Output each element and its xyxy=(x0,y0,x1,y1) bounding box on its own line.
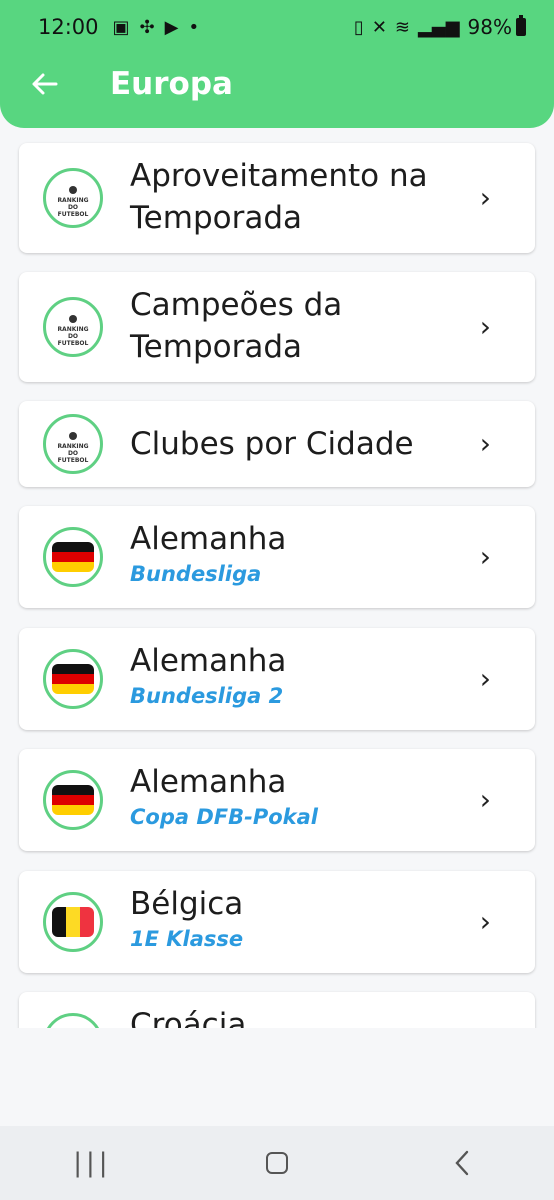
list-item[interactable]: Alemanha Copa DFB-Pokal › xyxy=(19,749,535,851)
chevron-right-icon: › xyxy=(479,905,491,938)
system-nav-bar: ||| xyxy=(0,1126,554,1200)
croatia-flag-icon xyxy=(43,1013,103,1028)
item-title: Alemanha xyxy=(130,643,287,679)
list-item[interactable]: Alemanha Bundesliga › xyxy=(19,506,535,608)
belgium-flag-icon xyxy=(43,892,103,952)
back-button[interactable] xyxy=(24,64,64,104)
list-item[interactable]: RANKING DO FUTEBOL Clubes por Cidade › xyxy=(19,401,535,487)
fan-icon: ✣ xyxy=(139,16,155,38)
dot-icon: • xyxy=(188,16,200,38)
competition-list[interactable]: RANKING DO FUTEBOL Aproveitamento na Tem… xyxy=(0,128,554,1028)
home-button[interactable] xyxy=(247,1138,307,1188)
list-item[interactable]: Bélgica 1E Klasse › xyxy=(19,871,535,973)
chevron-right-icon: › xyxy=(479,540,491,573)
item-subtitle: Copa DFB-Pokal xyxy=(130,805,319,829)
list-item[interactable]: Alemanha Bundesliga 2 › xyxy=(19,628,535,730)
arrow-left-icon xyxy=(32,73,58,95)
item-title: Alemanha xyxy=(130,521,287,557)
chevron-right-icon: › xyxy=(479,662,491,695)
item-title: Bélgica xyxy=(130,886,244,922)
chevron-right-icon: › xyxy=(479,427,491,460)
wifi-icon: ≋ xyxy=(394,16,411,38)
item-subtitle: Bundesliga 2 xyxy=(130,684,284,708)
battery-saver-icon: ▯ xyxy=(353,16,364,38)
recents-button[interactable]: ||| xyxy=(62,1138,122,1188)
chevron-left-icon xyxy=(455,1150,468,1176)
list-item[interactable]: RANKING DO FUTEBOL Aproveitamento na Tem… xyxy=(19,143,535,253)
chevron-right-icon: › xyxy=(479,181,491,214)
item-title: Clubes por Cidade xyxy=(130,426,414,462)
list-item[interactable]: RANKING DO FUTEBOL Campeões da Temporada… xyxy=(19,272,535,382)
nav-back-button[interactable] xyxy=(432,1138,492,1188)
chevron-right-icon: › xyxy=(479,310,491,343)
germany-flag-icon xyxy=(43,649,103,709)
germany-flag-icon xyxy=(43,770,103,830)
mute-icon: ✕ xyxy=(371,16,387,38)
item-title: Croácia xyxy=(130,1007,247,1028)
status-time: 12:00 xyxy=(38,15,99,39)
item-subtitle: Bundesliga xyxy=(130,562,262,586)
youtube-icon: ▶ xyxy=(164,16,179,38)
item-title: Alemanha xyxy=(130,764,287,800)
ranking-logo-icon: RANKING DO FUTEBOL xyxy=(43,297,103,357)
item-subtitle: 1E Klasse xyxy=(130,927,244,951)
germany-flag-icon xyxy=(43,527,103,587)
chevron-right-icon: › xyxy=(479,783,491,816)
signal-icon: ▂▄▆ xyxy=(418,16,460,38)
status-bar: 12:00 ▣ ✣ ▶ • ▯ ✕ ≋ ▂▄▆ 98% xyxy=(0,0,554,54)
ranking-logo-icon: RANKING DO FUTEBOL xyxy=(43,168,103,228)
item-title: Aproveitamento na Temporada xyxy=(130,158,428,236)
page-title: Europa xyxy=(110,66,233,102)
battery-icon xyxy=(516,15,526,36)
item-title: Campeões da Temporada xyxy=(130,287,343,365)
gallery-icon: ▣ xyxy=(112,16,130,38)
list-item[interactable]: Croácia xyxy=(19,992,535,1028)
app-bar: Europa xyxy=(0,56,554,112)
ranking-logo-icon: RANKING DO FUTEBOL xyxy=(43,414,103,474)
battery-percent: 98% xyxy=(467,15,512,39)
home-icon xyxy=(265,1152,288,1174)
